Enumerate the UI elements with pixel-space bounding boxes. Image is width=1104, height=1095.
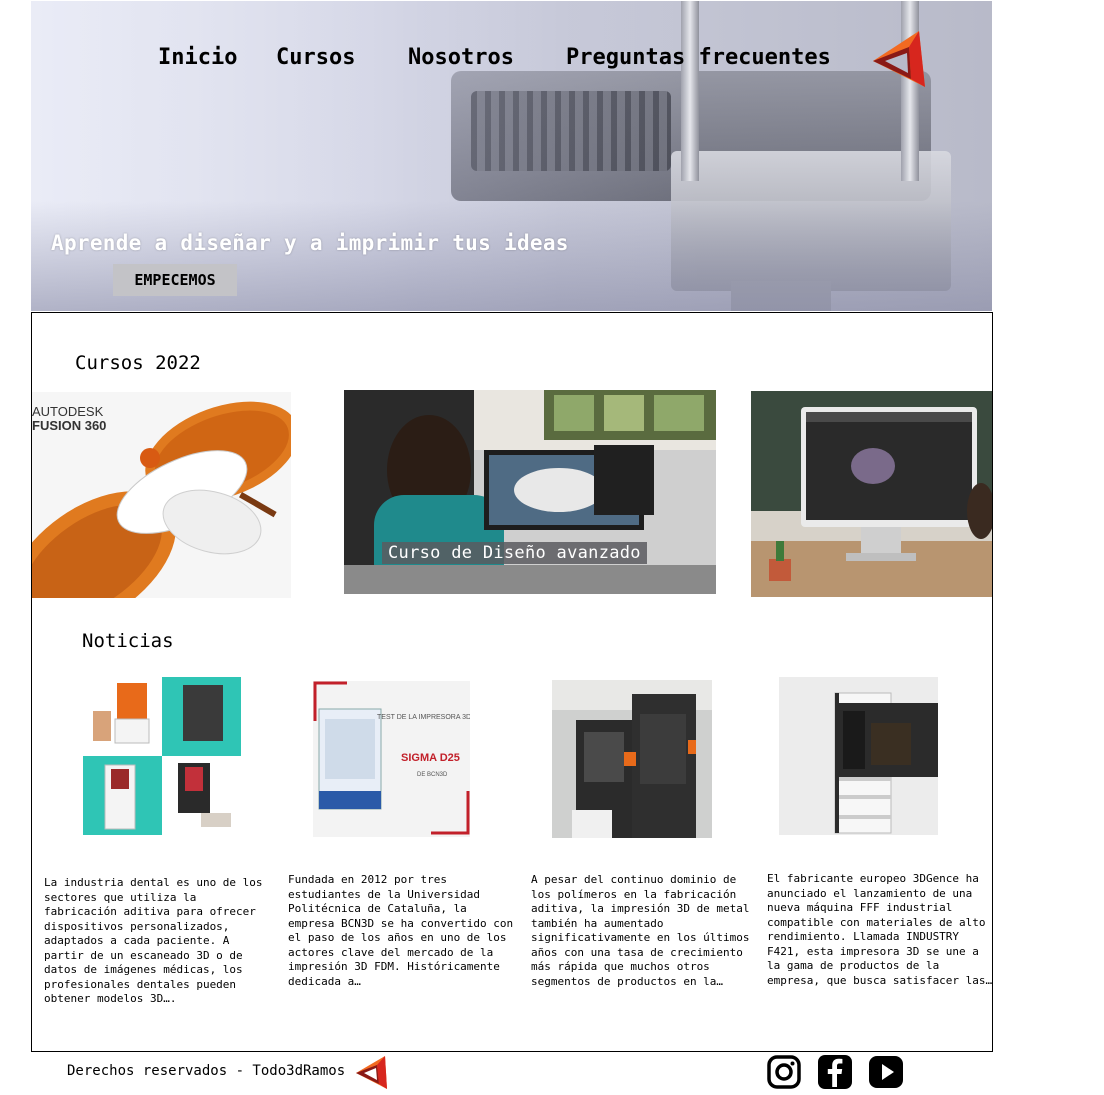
main-content: Cursos 2022 AUTODESK FUSION 360 Curso de…: [31, 312, 993, 1052]
news-text-metal: A pesar del continuo dominio de los polí…: [531, 873, 750, 988]
3dgence-industry-f421-image: [779, 677, 938, 835]
news-text-bcn3d: Fundada en 2012 por tres estudiantes de …: [288, 873, 514, 988]
metal-3d-printers-image: [552, 680, 712, 838]
news-title: Noticias: [82, 630, 174, 652]
courses-title: Cursos 2022: [75, 352, 201, 374]
news-card-dental[interactable]: [83, 677, 241, 835]
svg-text:TEST DE LA IMPRESORA 3D: TEST DE LA IMPRESORA 3D: [377, 714, 470, 721]
facebook-icon[interactable]: [817, 1054, 853, 1090]
empecemos-button[interactable]: EMPECEMOS: [113, 264, 237, 296]
hero-title: Aprende a diseñar y a imprimir tus ideas: [51, 231, 569, 255]
nav-item-cursos[interactable]: Cursos: [276, 45, 355, 70]
main-nav: Inicio Cursos Nosotros Preguntas frecuen…: [31, 45, 992, 75]
autodesk-fusion-360-image: AUTODESK FUSION 360: [32, 392, 291, 598]
svg-text:SIGMA D25: SIGMA D25: [401, 752, 460, 764]
sigma-d25-printer-image: TEST DE LA IMPRESORA 3D SIGMA D25 DE BCN…: [313, 681, 470, 837]
nav-item-inicio[interactable]: Inicio: [158, 45, 237, 70]
nav-item-preguntas-frecuentes[interactable]: Preguntas frecuentes: [566, 45, 831, 70]
course-card-modelado[interactable]: [751, 391, 992, 597]
svg-text:FUSION 360: FUSION 360: [32, 418, 106, 433]
youtube-icon[interactable]: [868, 1054, 904, 1090]
course-label: Curso de Diseño avanzado: [382, 542, 647, 564]
footer-brand-logo[interactable]: [355, 1055, 389, 1091]
hero-banner: Inicio Cursos Nosotros Preguntas frecuen…: [31, 1, 992, 311]
instagram-icon[interactable]: [766, 1054, 802, 1090]
brand-logo[interactable]: [871, 29, 927, 91]
svg-text:DE BCN3D: DE BCN3D: [417, 772, 448, 778]
news-text-dental: La industria dental es uno de los sector…: [44, 876, 263, 1005]
course-card-fusion360[interactable]: AUTODESK FUSION 360: [32, 392, 291, 598]
dental-3d-printers-image: [83, 677, 241, 835]
news-card-metal[interactable]: [552, 680, 712, 838]
nav-item-nosotros[interactable]: Nosotros: [408, 45, 514, 70]
news-card-3dgence[interactable]: [779, 677, 938, 835]
news-card-bcn3d[interactable]: TEST DE LA IMPRESORA 3D SIGMA D25 DE BCN…: [313, 681, 470, 837]
footer-copyright: Derechos reservados - Todo3dRamos: [67, 1063, 346, 1079]
course-card-diseno-avanzado[interactable]: Curso de Diseño avanzado: [344, 390, 716, 594]
svg-text:AUTODESK: AUTODESK: [32, 404, 104, 419]
imac-3d-model-image: [751, 391, 992, 597]
news-text-3dgence: El fabricante europeo 3DGence ha anuncia…: [767, 872, 993, 987]
